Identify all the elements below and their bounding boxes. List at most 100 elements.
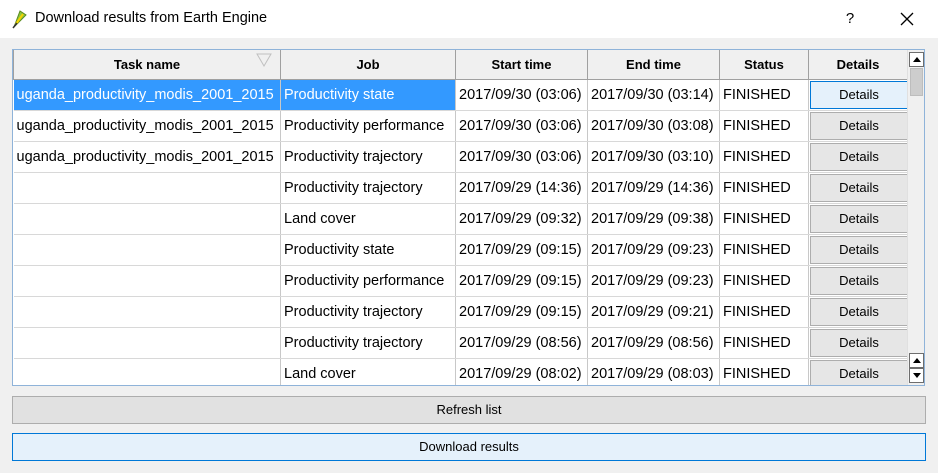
table-row[interactable]: Productivity trajectory 2017/09/29 (08:56…	[13, 327, 908, 359]
cell-task-name: uganda_productivity_modis_2001_2015	[13, 110, 281, 142]
cell-job: Productivity trajectory	[280, 141, 456, 173]
cell-end-time: 2017/09/29 (09:38)	[587, 203, 720, 235]
cell-task-name	[13, 172, 281, 204]
close-button[interactable]	[895, 7, 919, 31]
cell-task-name	[13, 358, 281, 385]
table-header-row: Task name Job Start time End time Status…	[13, 50, 908, 80]
cell-job: Productivity state	[280, 234, 456, 266]
cell-job: Productivity state	[280, 79, 456, 111]
column-header-start-time[interactable]: Start time	[455, 50, 588, 80]
cell-start-time: 2017/09/29 (09:15)	[455, 296, 588, 328]
cell-job: Productivity performance	[280, 265, 456, 297]
details-button[interactable]: Details	[810, 297, 907, 326]
column-header-job[interactable]: Job	[280, 50, 456, 80]
column-header-status[interactable]: Status	[719, 50, 809, 80]
cell-start-time: 2017/09/29 (14:36)	[455, 172, 588, 204]
table-row[interactable]: Productivity trajectory 2017/09/29 (09:15…	[13, 296, 908, 328]
table-row[interactable]: uganda_productivity_modis_2001_2015 Produ…	[13, 79, 908, 111]
cell-start-time: 2017/09/29 (08:56)	[455, 327, 588, 359]
chevron-down-icon	[913, 373, 921, 378]
qgis-logo-icon	[12, 10, 27, 29]
cell-end-time: 2017/09/29 (14:36)	[587, 172, 720, 204]
cell-details: Details	[808, 265, 908, 297]
details-button[interactable]: Details	[810, 173, 907, 202]
cell-end-time: 2017/09/30 (03:10)	[587, 141, 720, 173]
cell-end-time: 2017/09/29 (09:23)	[587, 265, 720, 297]
table-row[interactable]: Land cover 2017/09/29 (09:32) 2017/09/29 (…	[13, 203, 908, 235]
vertical-scrollbar[interactable]	[907, 50, 924, 385]
details-button[interactable]: Details	[810, 266, 907, 295]
results-table: Task name Job Start time End time Status…	[13, 50, 908, 385]
cell-end-time: 2017/09/30 (03:14)	[587, 79, 720, 111]
cell-job: Land cover	[280, 203, 456, 235]
cell-job: Productivity performance	[280, 110, 456, 142]
cell-start-time: 2017/09/29 (08:02)	[455, 358, 588, 385]
cell-start-time: 2017/09/30 (03:06)	[455, 141, 588, 173]
cell-status: FINISHED	[719, 203, 809, 235]
details-button[interactable]: Details	[810, 328, 907, 357]
table-row[interactable]: Productivity state 2017/09/29 (09:15) 2017…	[13, 234, 908, 266]
cell-job: Land cover	[280, 358, 456, 385]
cell-task-name	[13, 234, 281, 266]
cell-end-time: 2017/09/29 (08:03)	[587, 358, 720, 385]
title-bar: Download results from Earth Engine ?	[0, 0, 938, 38]
scroll-up-button-lower[interactable]	[909, 353, 924, 368]
details-button[interactable]: Details	[810, 235, 907, 264]
cell-details: Details	[808, 110, 908, 142]
cell-task-name	[13, 203, 281, 235]
cell-details: Details	[808, 203, 908, 235]
cell-status: FINISHED	[719, 110, 809, 142]
cell-status: FINISHED	[719, 234, 809, 266]
column-header-details[interactable]: Details	[808, 50, 908, 80]
cell-task-name	[13, 296, 281, 328]
cell-start-time: 2017/09/29 (09:15)	[455, 265, 588, 297]
table-row[interactable]: Land cover 2017/09/29 (08:02) 2017/09/29 (…	[13, 358, 908, 385]
close-icon	[900, 12, 914, 26]
cell-end-time: 2017/09/29 (08:56)	[587, 327, 720, 359]
chevron-up-icon	[913, 57, 921, 62]
column-header-task-name[interactable]: Task name	[13, 50, 281, 80]
cell-task-name	[13, 327, 281, 359]
column-header-end-time[interactable]: End time	[587, 50, 720, 80]
cell-job: Productivity trajectory	[280, 327, 456, 359]
table-row[interactable]: uganda_productivity_modis_2001_2015 Produ…	[13, 110, 908, 142]
cell-job: Productivity trajectory	[280, 172, 456, 204]
details-button[interactable]: Details	[810, 359, 907, 385]
window-title: Download results from Earth Engine	[35, 10, 268, 26]
details-button[interactable]: Details	[810, 204, 907, 233]
cell-details: Details	[808, 327, 908, 359]
cell-status: FINISHED	[719, 327, 809, 359]
cell-details: Details	[808, 172, 908, 204]
cell-status: FINISHED	[719, 79, 809, 111]
table-row[interactable]: Productivity performance 2017/09/29 (09:1…	[13, 265, 908, 297]
cell-details: Details	[808, 358, 908, 385]
details-button[interactable]: Details	[810, 111, 907, 140]
details-button[interactable]: Details	[810, 142, 907, 171]
cell-start-time: 2017/09/30 (03:06)	[455, 110, 588, 142]
cell-start-time: 2017/09/29 (09:15)	[455, 234, 588, 266]
cell-task-name: uganda_productivity_modis_2001_2015	[13, 79, 281, 111]
details-button[interactable]: Details	[810, 80, 907, 109]
scroll-up-button[interactable]	[909, 52, 924, 67]
cell-task-name	[13, 265, 281, 297]
refresh-list-button[interactable]: Refresh list	[12, 396, 926, 424]
table-row[interactable]: uganda_productivity_modis_2001_2015 Produ…	[13, 141, 908, 173]
cell-details: Details	[808, 234, 908, 266]
cell-task-name: uganda_productivity_modis_2001_2015	[13, 141, 281, 173]
cell-details: Details	[808, 79, 908, 111]
results-table-frame: Task name Job Start time End time Status…	[12, 49, 925, 386]
cell-end-time: 2017/09/30 (03:08)	[587, 110, 720, 142]
table-row[interactable]: Productivity trajectory 2017/09/29 (14:36…	[13, 172, 908, 204]
cell-end-time: 2017/09/29 (09:21)	[587, 296, 720, 328]
help-button[interactable]: ?	[838, 6, 862, 32]
scroll-thumb[interactable]	[910, 68, 923, 96]
scroll-down-button[interactable]	[909, 368, 924, 383]
cell-start-time: 2017/09/29 (09:32)	[455, 203, 588, 235]
cell-status: FINISHED	[719, 358, 809, 385]
cell-job: Productivity trajectory	[280, 296, 456, 328]
cell-start-time: 2017/09/30 (03:06)	[455, 79, 588, 111]
chevron-up-icon	[913, 358, 921, 363]
download-results-button[interactable]: Download results	[12, 433, 926, 461]
cell-details: Details	[808, 141, 908, 173]
sort-indicator-icon	[256, 53, 272, 67]
